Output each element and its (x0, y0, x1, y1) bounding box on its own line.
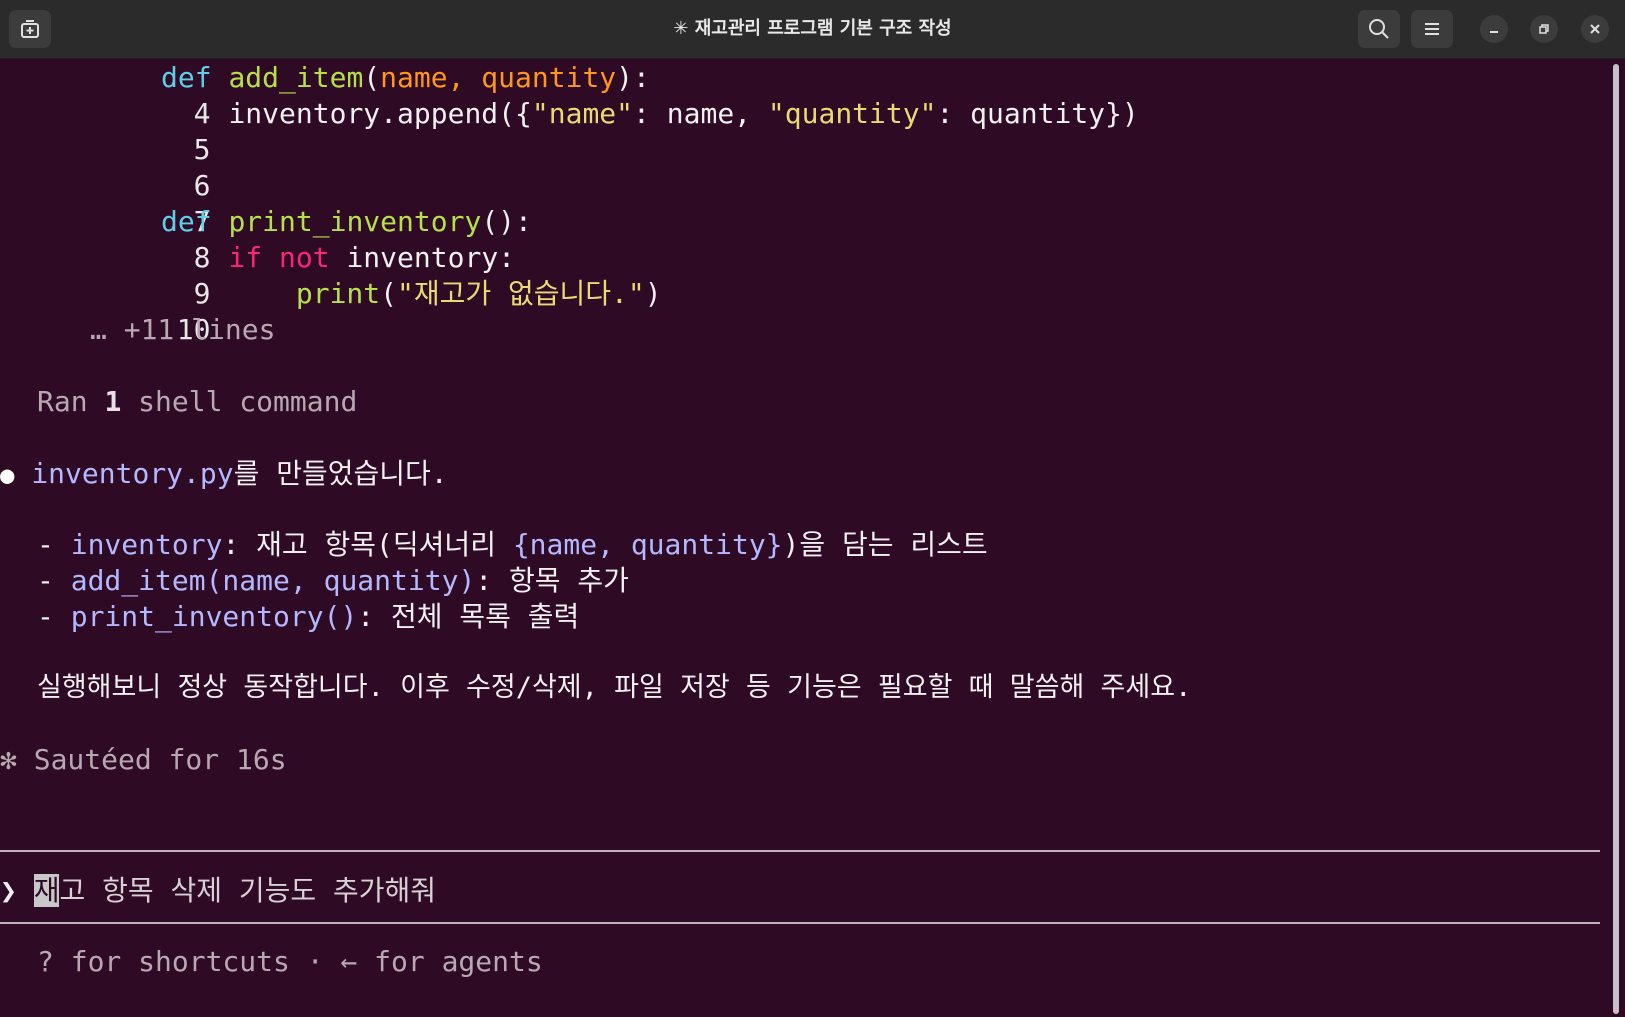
restore-button[interactable] (1530, 15, 1558, 43)
hamburger-menu-icon (1425, 23, 1439, 35)
restore-icon (1539, 24, 1549, 34)
list-item: - inventory: 재고 항목(딕셔너리 {name, quantity}… (37, 528, 988, 561)
keyword: def (161, 205, 212, 238)
string-literal: "재고가 없습니다." (397, 277, 645, 310)
search-button[interactable] (1358, 10, 1400, 48)
minimize-icon (1490, 31, 1498, 33)
summary-text: 실행해보니 정상 동작합니다. 이후 수정/삭제, 파일 저장 등 기능은 필요… (37, 672, 1192, 703)
assistant-message-header: ● inventory.py를 만들었습니다. (0, 457, 448, 490)
list-item: - add_item(name, quantity): 항목 추가 (37, 564, 629, 597)
code-line-4: 4 def add_item(name, quantity): (0, 60, 650, 130)
status-line: ✻ Sautéed for 16s (0, 742, 287, 778)
code-line-6: 6 (0, 132, 211, 202)
input-bottom-border (0, 922, 1600, 924)
scrollbar[interactable] (1613, 64, 1619, 1014)
code-line-8: 8 def print_inventory(): (0, 204, 532, 274)
sparkle-icon: ✻ (0, 743, 17, 776)
function-name: print (295, 277, 381, 310)
terminal-output[interactable]: 4 def add_item(name, quantity): 5 invent… (0, 58, 1610, 1017)
keyword: def (161, 61, 212, 94)
code-line-10: 10 print("재고가 없습니다.") (0, 276, 662, 346)
file-name: inventory.py (31, 457, 234, 490)
status-text: Sautéed for 16s (33, 743, 287, 776)
code-line-5: 5 inventory.append({"name": name, "quant… (0, 96, 1139, 166)
search-icon (1369, 19, 1389, 39)
text-cursor: 재 (33, 874, 60, 907)
keyword: if (228, 241, 263, 274)
keyword: not (279, 241, 330, 274)
prompt-text: 고 항목 삭제 기능도 추가해줘 (59, 874, 437, 907)
input-top-border (0, 850, 1600, 852)
prompt-chevron-icon: ❯ (0, 874, 17, 907)
menu-button[interactable] (1411, 10, 1453, 48)
function-name: add_item (228, 61, 364, 94)
code-line-7: 7 (0, 168, 211, 238)
parameters: name, quantity (380, 61, 617, 94)
minimize-button[interactable] (1480, 15, 1508, 43)
code-line-9: 9 if not inventory: (0, 240, 515, 310)
bullet-icon: ● (0, 461, 15, 489)
close-button[interactable] (1581, 15, 1609, 43)
function-name: print_inventory (228, 205, 482, 238)
close-icon (1590, 24, 1600, 34)
title-bar: ✳ 재고관리 프로그램 기본 구조 작성 (0, 0, 1625, 59)
prompt-input[interactable]: ❯ 재고 항목 삭제 기능도 추가해줘 (0, 873, 436, 909)
shortcuts-hint: ? for shortcuts · ← for agents (37, 945, 543, 978)
collapsed-lines-indicator[interactable]: … +11 lines (90, 312, 275, 348)
ran-shell-command[interactable]: Ran 1 shell command (37, 384, 357, 420)
list-item: - print_inventory(): 전체 목록 출력 (37, 600, 580, 633)
